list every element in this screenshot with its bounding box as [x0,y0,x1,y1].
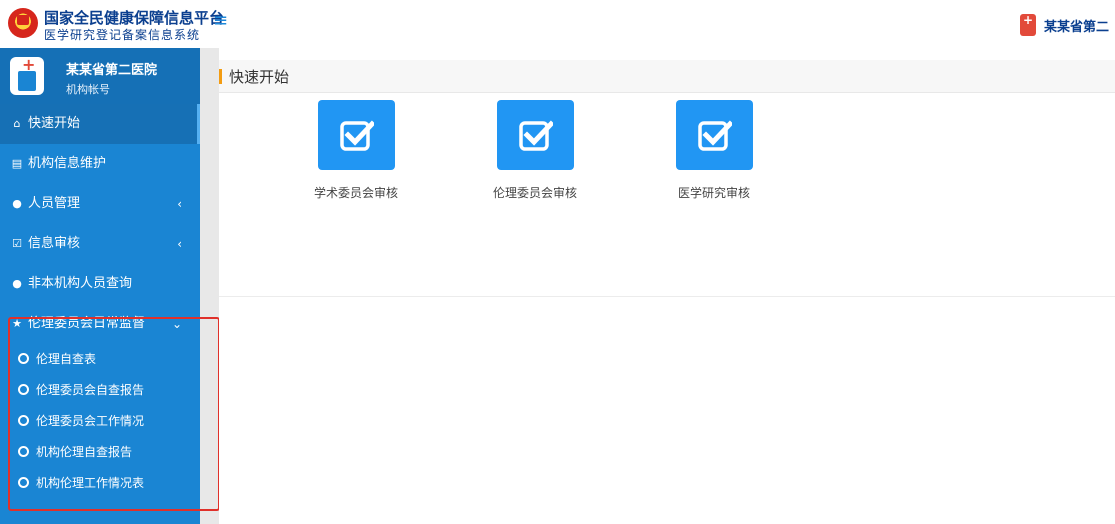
hospital-avatar-icon [10,55,44,95]
content-divider [219,296,1115,297]
submenu-item-label: 伦理自查表 [36,352,97,366]
tile-button[interactable] [496,100,574,170]
sidebar-item-label: 快速开始 [28,116,81,131]
system-subtitle: 医学研究登记备案信息系统 [44,28,201,42]
panel-title: 快速开始 [229,68,290,86]
users-icon: ● [12,277,22,290]
sidebar-item-label: 信息审核 [28,236,81,251]
main-content: 快速开始 学术委员会审核 伦理委员会审核 医学研究审核 [219,48,1115,524]
check-square-icon: ☑ [12,237,22,250]
submenu-item-label: 伦理委员会自查报告 [36,383,145,397]
sidebar-item-label: 机构信息维护 [28,156,107,171]
tile-academic-review[interactable]: 学术委员会审核 [281,100,431,201]
user-name: 某某省第二 [1044,19,1110,35]
building-icon: ▤ [11,157,23,170]
circle-icon [18,353,29,364]
check-square-icon [697,120,732,151]
sidebar-item-external-query[interactable]: ● 非本机构人员查询 [0,264,200,304]
panel-header: 快速开始 [219,60,1115,93]
users-icon: ● [12,197,22,210]
sidebar-item-org-info[interactable]: ▤ 机构信息维护 [0,144,200,184]
tile-button[interactable] [317,100,395,170]
profile-name: 某某省第二医院 [66,63,158,78]
sidebar-item-ethics-supervision[interactable]: ★ 伦理委员会日常监督 ⌄ [0,304,200,344]
check-square-icon [518,120,553,151]
profile-role: 机构帐号 [66,83,110,96]
submenu-item-committee-work[interactable]: 伦理委员会工作情况 [0,406,200,437]
national-emblem-icon [8,8,38,38]
home-icon: ⌂ [13,117,21,130]
ethics-submenu: 伦理自查表 伦理委员会自查报告 伦理委员会工作情况 机构伦理自查报告 机构伦理工… [0,344,200,499]
panel-accent-bar [219,69,222,84]
sidebar-gutter [200,48,219,524]
star-icon: ★ [12,317,22,330]
submenu-item-label: 机构伦理自查报告 [36,445,133,459]
chevron-down-icon: ⌄ [171,317,182,331]
circle-icon [18,384,29,395]
circle-icon [18,446,29,457]
submenu-item-org-self-report[interactable]: 机构伦理自查报告 [0,437,200,468]
platform-title: 国家全民健康保障信息平台 [44,9,225,27]
circle-icon [18,477,29,488]
tile-label: 伦理委员会审核 [492,186,577,200]
chevron-left-icon: ‹ [177,197,182,211]
user-menu[interactable]: 某某省第二 [1020,14,1115,36]
sidebar-item-personnel[interactable]: ● 人员管理 ‹ [0,184,200,224]
tile-research-review[interactable]: 医学研究审核 [639,100,789,201]
sidebar-item-label: 非本机构人员查询 [28,276,133,291]
submenu-item-org-work-table[interactable]: 机构伦理工作情况表 [0,468,200,499]
sidebar-item-label: 伦理委员会日常监督 [28,316,146,331]
tile-button[interactable] [675,100,753,170]
sidebar-item-quick-start[interactable]: ⌂ 快速开始 [0,104,200,144]
sidebar: 某某省第二医院 机构帐号 ⌂ 快速开始 ▤ 机构信息维护 ● 人员管理 ‹ ☑ 信息审核… [0,48,200,524]
tile-label: 学术委员会审核 [313,186,398,200]
submenu-item-ethics-checklist[interactable]: 伦理自查表 [0,344,200,375]
chevron-left-icon: ‹ [177,237,182,251]
sidebar-nav: ⌂ 快速开始 ▤ 机构信息维护 ● 人员管理 ‹ ☑ 信息审核 ‹ ● 非本机构人员查询 … [0,104,200,499]
check-square-icon [339,120,374,151]
submenu-item-label: 机构伦理工作情况表 [36,476,145,490]
top-header: 国家全民健康保障信息平台 医学研究登记备案信息系统 ≡ 某某省第二 [0,0,1115,48]
submenu-item-committee-self-report[interactable]: 伦理委员会自查报告 [0,375,200,406]
submenu-item-label: 伦理委员会工作情况 [36,414,145,428]
circle-icon [18,415,29,426]
sidebar-item-info-review[interactable]: ☑ 信息审核 ‹ [0,224,200,264]
hospital-icon [1020,14,1036,36]
sidebar-item-label: 人员管理 [28,196,81,211]
tile-label: 医学研究审核 [677,186,750,200]
sidebar-profile: 某某省第二医院 机构帐号 [0,48,200,104]
menu-toggle-icon[interactable]: ≡ [213,12,228,30]
tile-ethics-review[interactable]: 伦理委员会审核 [460,100,610,201]
